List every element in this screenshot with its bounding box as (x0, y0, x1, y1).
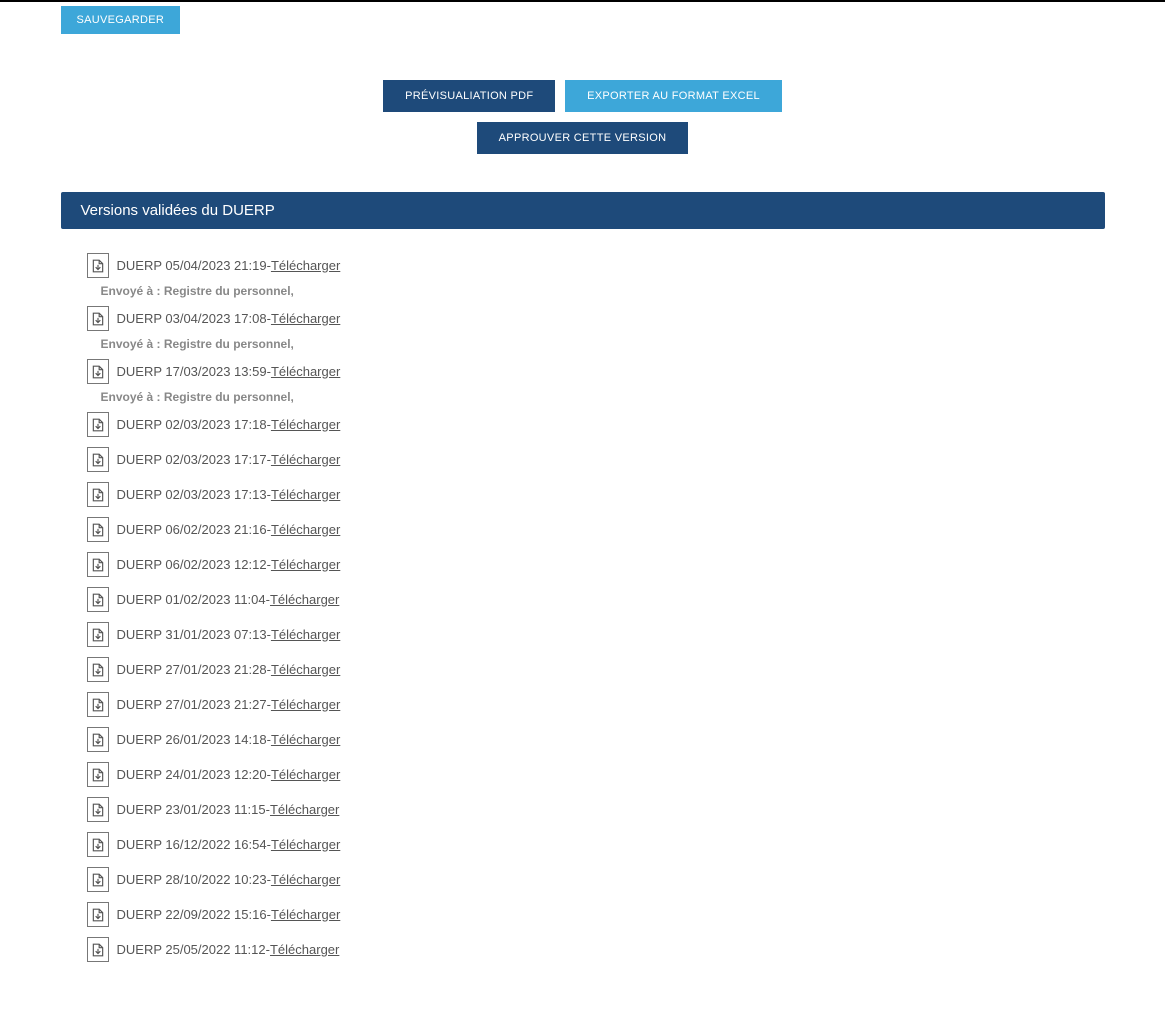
download-link[interactable]: Télécharger (271, 522, 340, 537)
pdf-icon (87, 832, 109, 857)
download-link[interactable]: Télécharger (271, 907, 340, 922)
download-link[interactable]: Télécharger (271, 487, 340, 502)
download-link[interactable]: Télécharger (271, 627, 340, 642)
download-link[interactable]: Télécharger (271, 697, 340, 712)
version-label: DUERP 25/05/2022 11:12 (117, 942, 266, 957)
version-label: DUERP 22/09/2022 15:16 (117, 907, 267, 922)
download-link[interactable]: Télécharger (271, 767, 340, 782)
download-link[interactable]: Télécharger (271, 311, 340, 326)
version-label: DUERP 03/04/2023 17:08 (117, 311, 267, 326)
version-row: DUERP 26/01/2023 14:18 - Télécharger (87, 725, 1079, 754)
pdf-icon (87, 797, 109, 822)
version-label: DUERP 31/01/2023 07:13 (117, 627, 267, 642)
versions-list: DUERP 05/04/2023 21:19 - Télécharger Envo… (61, 229, 1105, 980)
download-link[interactable]: Télécharger (270, 942, 339, 957)
pdf-icon (87, 657, 109, 682)
pdf-icon (87, 517, 109, 542)
version-label: DUERP 16/12/2022 16:54 (117, 837, 267, 852)
version-label: DUERP 17/03/2023 13:59 (117, 364, 267, 379)
version-row: DUERP 02/03/2023 17:13 - Télécharger (87, 480, 1079, 509)
version-label: DUERP 06/02/2023 12:12 (117, 557, 267, 572)
version-row: DUERP 28/10/2022 10:23 - Télécharger (87, 865, 1079, 894)
download-link[interactable]: Télécharger (271, 872, 340, 887)
download-link[interactable]: Télécharger (271, 732, 340, 747)
version-label: DUERP 28/10/2022 10:23 (117, 872, 267, 887)
version-row: DUERP 02/03/2023 17:18 - Télécharger (87, 410, 1079, 439)
version-row: DUERP 16/12/2022 16:54 - Télécharger (87, 830, 1079, 859)
version-row: DUERP 17/03/2023 13:59 - Télécharger (87, 357, 1079, 386)
version-row: DUERP 27/01/2023 21:28 - Télécharger (87, 655, 1079, 684)
pdf-icon (87, 253, 109, 278)
version-row: DUERP 25/05/2022 11:12 - Télécharger (87, 935, 1079, 964)
version-label: DUERP 27/01/2023 21:27 (117, 697, 267, 712)
download-link[interactable]: Télécharger (270, 592, 339, 607)
pdf-icon (87, 587, 109, 612)
version-label: DUERP 24/01/2023 12:20 (117, 767, 267, 782)
version-row: DUERP 06/02/2023 12:12 - Télécharger (87, 550, 1079, 579)
download-link[interactable]: Télécharger (271, 557, 340, 572)
main-content: SAUVEGARDER PRÉVISUALIATION PDF EXPORTER… (61, 2, 1105, 1020)
version-label: DUERP 01/02/2023 11:04 (117, 592, 266, 607)
version-label: DUERP 23/01/2023 11:15 (117, 802, 266, 817)
pdf-icon (87, 762, 109, 787)
save-button[interactable]: SAUVEGARDER (61, 6, 181, 34)
export-excel-button[interactable]: EXPORTER AU FORMAT EXCEL (565, 80, 782, 112)
version-row: DUERP 22/09/2022 15:16 - Télécharger (87, 900, 1079, 929)
version-label: DUERP 02/03/2023 17:17 (117, 452, 267, 467)
download-link[interactable]: Télécharger (271, 258, 340, 273)
preview-pdf-button[interactable]: PRÉVISUALIATION PDF (383, 80, 555, 112)
pdf-icon (87, 727, 109, 752)
version-row: DUERP 01/02/2023 11:04 - Télécharger (87, 585, 1079, 614)
pdf-icon (87, 359, 109, 384)
download-link[interactable]: Télécharger (271, 364, 340, 379)
version-row: DUERP 03/04/2023 17:08 - Télécharger (87, 304, 1079, 333)
pdf-icon (87, 902, 109, 927)
version-label: DUERP 05/04/2023 21:19 (117, 258, 267, 273)
version-row: DUERP 27/01/2023 21:27 - Télécharger (87, 690, 1079, 719)
pdf-icon (87, 447, 109, 472)
action-button-row-1: PRÉVISUALIATION PDF EXPORTER AU FORMAT E… (61, 80, 1105, 112)
version-row: DUERP 24/01/2023 12:20 - Télécharger (87, 760, 1079, 789)
version-row: DUERP 05/04/2023 21:19 - Télécharger (87, 251, 1079, 280)
download-link[interactable]: Télécharger (271, 452, 340, 467)
pdf-icon (87, 482, 109, 507)
version-row: DUERP 23/01/2023 11:15 - Télécharger (87, 795, 1079, 824)
version-label: DUERP 27/01/2023 21:28 (117, 662, 267, 677)
action-button-row-2: APPROUVER CETTE VERSION (61, 122, 1105, 154)
pdf-icon (87, 306, 109, 331)
sent-to-line: Envoyé à : Registre du personnel, (101, 337, 1079, 351)
download-link[interactable]: Télécharger (271, 837, 340, 852)
version-label: DUERP 02/03/2023 17:18 (117, 417, 267, 432)
approve-version-button[interactable]: APPROUVER CETTE VERSION (477, 122, 689, 154)
sent-to-line: Envoyé à : Registre du personnel, (101, 390, 1079, 404)
versions-section-header: Versions validées du DUERP (61, 192, 1105, 229)
pdf-icon (87, 552, 109, 577)
pdf-icon (87, 867, 109, 892)
version-row: DUERP 31/01/2023 07:13 - Télécharger (87, 620, 1079, 649)
version-row: DUERP 06/02/2023 21:16 - Télécharger (87, 515, 1079, 544)
sent-to-line: Envoyé à : Registre du personnel, (101, 284, 1079, 298)
version-label: DUERP 06/02/2023 21:16 (117, 522, 267, 537)
pdf-icon (87, 692, 109, 717)
pdf-icon (87, 412, 109, 437)
version-label: DUERP 02/03/2023 17:13 (117, 487, 267, 502)
download-link[interactable]: Télécharger (271, 662, 340, 677)
pdf-icon (87, 937, 109, 962)
download-link[interactable]: Télécharger (270, 802, 339, 817)
version-row: DUERP 02/03/2023 17:17 - Télécharger (87, 445, 1079, 474)
pdf-icon (87, 622, 109, 647)
version-label: DUERP 26/01/2023 14:18 (117, 732, 267, 747)
download-link[interactable]: Télécharger (271, 417, 340, 432)
